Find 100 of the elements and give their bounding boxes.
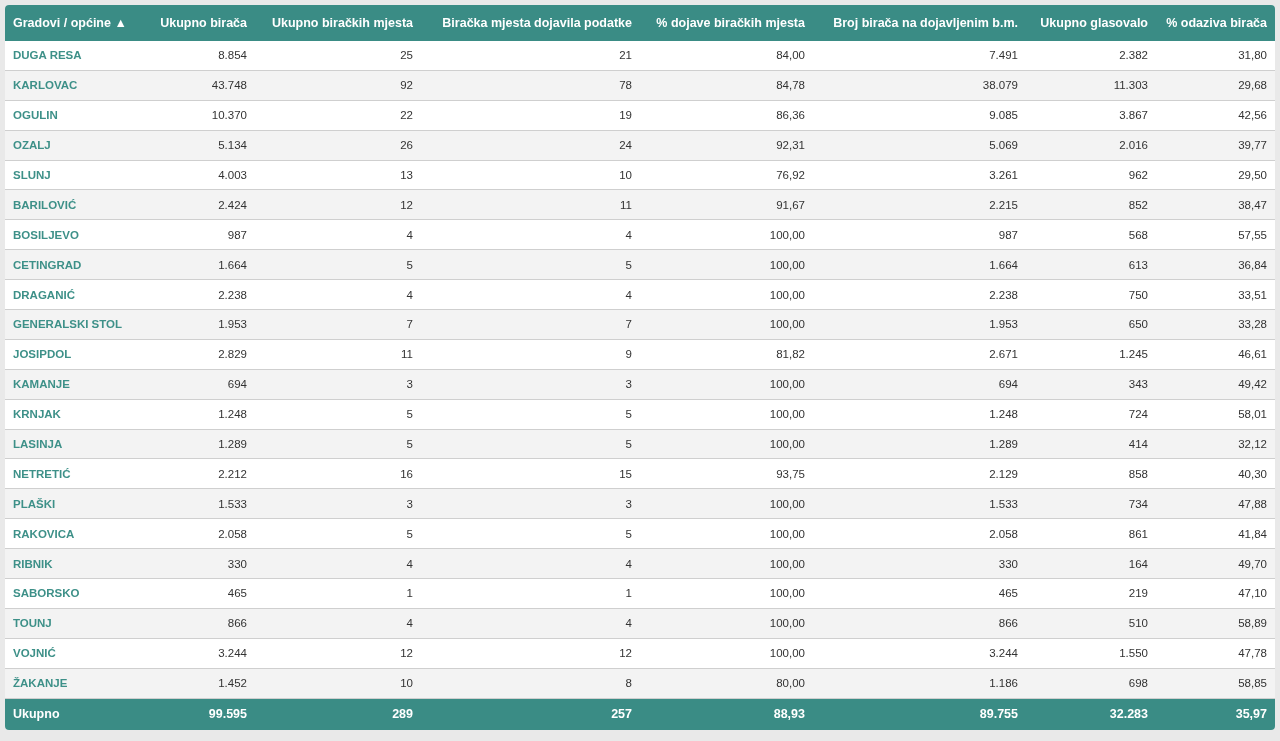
table-cell: 5: [625, 258, 632, 271]
table-cell: 10: [619, 169, 632, 181]
table-cell: 734: [1128, 497, 1148, 510]
table-cell: 987: [227, 228, 247, 241]
municipality-link[interactable]: SABORSKO: [13, 587, 80, 600]
municipality-link[interactable]: CETINGRAD: [13, 258, 82, 271]
table-cell: 10: [400, 677, 413, 690]
table-cell: 2.238: [218, 288, 247, 301]
table-cell: 2.671: [989, 348, 1018, 361]
table-cell: 47,10: [1238, 587, 1267, 600]
municipality-link[interactable]: SLUNJ: [13, 169, 51, 181]
table-cell: 465: [227, 587, 247, 600]
table-cell: 5: [406, 438, 413, 450]
table-cell: 11: [401, 348, 413, 361]
table-cell: 724: [1128, 408, 1148, 421]
table-cell: 8.854: [218, 49, 247, 62]
municipality-link[interactable]: RIBNIK: [13, 557, 53, 570]
municipality-link[interactable]: DRAGANIĆ: [13, 288, 75, 301]
municipality-link[interactable]: ŽAKANJE: [13, 677, 68, 690]
column-header: Broj birača na dojavljenim b.m.: [813, 5, 1026, 41]
table-cell: 58,01: [1238, 408, 1267, 421]
table-cell: 4: [625, 557, 632, 570]
table-cell: 31,80: [1238, 49, 1267, 62]
table-cell: 1.953: [989, 318, 1018, 331]
table-cell: 5: [625, 438, 632, 450]
municipality-link[interactable]: KAMANJE: [13, 378, 70, 391]
total-cell: 89.755: [979, 707, 1018, 722]
municipality-link[interactable]: TOUNJ: [13, 617, 52, 630]
municipality-link[interactable]: OGULIN: [13, 109, 58, 122]
table-cell: 3: [406, 497, 413, 510]
table-cell: 9.085: [989, 109, 1018, 122]
table-cell: 11.303: [1113, 79, 1148, 92]
table-cell: 3: [625, 497, 632, 510]
table-cell: 2.382: [1119, 49, 1148, 62]
table-cell: 4: [625, 617, 632, 630]
table-cell: 9: [625, 348, 632, 361]
table-cell: 2.829: [218, 348, 247, 361]
table-cell: 866: [998, 617, 1018, 630]
table-cell: 1.550: [1119, 647, 1148, 660]
table-cell: 100,00: [769, 557, 805, 570]
table-cell: 100,00: [769, 438, 805, 450]
table-cell: 38.079: [982, 79, 1018, 92]
table-cell: 2.058: [218, 527, 247, 540]
table-cell: 15: [619, 467, 632, 480]
table-cell: 7: [406, 318, 413, 331]
table-cell: 5: [625, 408, 632, 421]
table-cell: 39,77: [1238, 139, 1267, 152]
table-cell: 1.533: [989, 497, 1018, 510]
table-cell: 41,84: [1238, 527, 1267, 540]
table-cell: 93,75: [776, 467, 805, 480]
municipality-link[interactable]: OZALJ: [13, 139, 51, 152]
table-cell: 694: [227, 378, 247, 391]
table-cell: 16: [400, 467, 413, 480]
table-cell: 2.238: [989, 288, 1018, 301]
column-header: Ukupno glasovalo: [1026, 5, 1156, 41]
table-cell: 100,00: [769, 527, 805, 540]
municipality-link[interactable]: KARLOVAC: [13, 79, 78, 92]
table-cell: 21: [619, 49, 632, 62]
table-cell: 861: [1128, 527, 1148, 540]
table-cell: 1.452: [218, 677, 247, 690]
table-cell: 84,78: [776, 79, 805, 92]
municipality-link[interactable]: RAKOVICA: [13, 527, 75, 540]
table-cell: 4: [625, 288, 632, 301]
table-cell: 33,28: [1238, 318, 1267, 331]
municipality-link[interactable]: JOSIPDOL: [13, 348, 72, 361]
municipality-link[interactable]: LASINJA: [13, 438, 63, 450]
table-cell: 22: [400, 109, 413, 122]
table-cell: 12: [400, 647, 413, 660]
table-cell: 858: [1128, 467, 1148, 480]
municipality-link[interactable]: BOSILJEVO: [13, 228, 79, 241]
column-header: % odaziva birača: [1156, 5, 1275, 41]
column-header: Biračka mjesta dojavila podatke: [421, 5, 640, 41]
total-cell: 257: [611, 707, 632, 722]
table-cell: 1: [406, 587, 413, 600]
table-cell: 3.244: [218, 647, 247, 660]
table-cell: 100,00: [769, 647, 805, 660]
municipality-link[interactable]: VOJNIĆ: [13, 647, 56, 660]
table-cell: 1.953: [218, 318, 247, 331]
table-cell: 57,55: [1238, 228, 1267, 241]
municipality-link[interactable]: BARILOVIĆ: [13, 198, 77, 211]
table-cell: 4.003: [218, 169, 247, 181]
table-cell: 80,00: [776, 677, 805, 690]
table-cell: 100,00: [769, 288, 805, 301]
table-cell: 414: [1128, 438, 1148, 450]
table-cell: 568: [1128, 228, 1148, 241]
table-cell: 32,12: [1238, 438, 1267, 450]
municipality-link[interactable]: NETRETIĆ: [13, 467, 71, 480]
municipality-link[interactable]: PLAŠKI: [13, 497, 56, 510]
table-cell: 3.244: [989, 647, 1018, 660]
column-header[interactable]: Gradovi / općine ▲: [5, 5, 150, 41]
table-cell: 24: [619, 139, 632, 152]
table-cell: 650: [1128, 318, 1148, 331]
table-cell: 1.245: [1119, 348, 1148, 361]
table-cell: 49,42: [1238, 378, 1267, 391]
table-cell: 1: [625, 587, 632, 600]
municipality-link[interactable]: KRNJAK: [13, 408, 61, 421]
municipality-link[interactable]: DUGA RESA: [13, 49, 82, 62]
table-cell: 2.212: [218, 467, 247, 480]
table-cell: 5: [406, 408, 413, 421]
table-cell: 12: [400, 198, 413, 211]
